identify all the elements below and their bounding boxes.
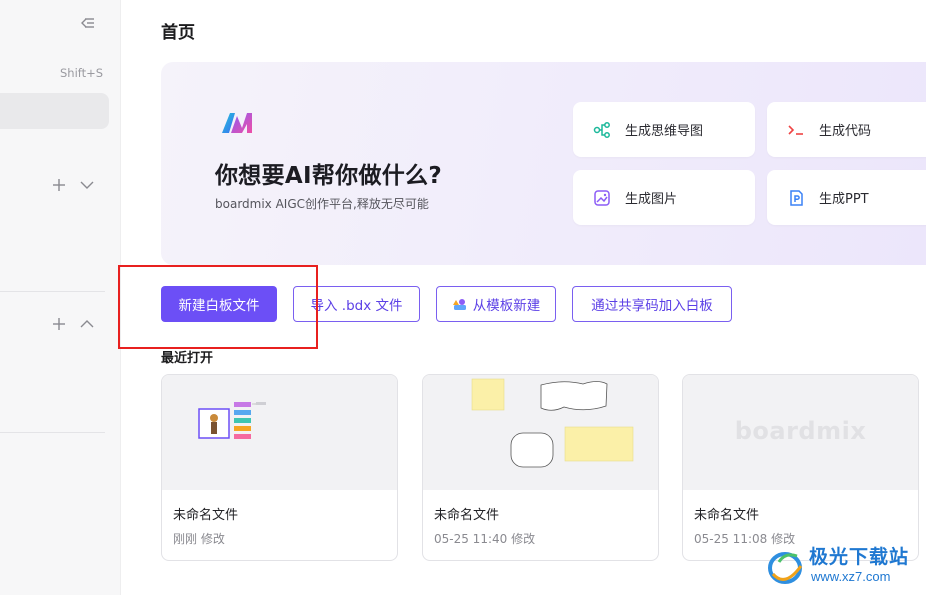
- action-label: 生成代码: [819, 124, 872, 139]
- file-modified-time: 刚刚 修改: [173, 532, 225, 546]
- image-icon: [594, 189, 610, 206]
- generate-code-button[interactable]: 生成代码: [767, 102, 926, 157]
- ppt-icon: [790, 189, 803, 206]
- recent-file-card[interactable]: 未命名文件 刚刚 修改: [161, 374, 398, 561]
- file-modified-time: 05-25 11:40 修改: [434, 532, 536, 546]
- search-shortcut-hint: Shift+S: [60, 66, 104, 80]
- import-bdx-button[interactable]: 导入 .bdx 文件: [293, 286, 420, 322]
- mindmap-thumbnail-graphic: [198, 402, 266, 439]
- boardmix-placeholder-text: boardmix: [734, 417, 867, 445]
- watermark-url: www.xz7.com: [811, 569, 891, 584]
- watermark-logo-icon: [768, 552, 803, 584]
- boardmix-ai-logo-icon: [222, 113, 252, 133]
- sidebar-divider: [0, 291, 105, 292]
- mindmap-icon: [593, 121, 610, 138]
- template-icon: [452, 299, 466, 310]
- action-label: 生成图片: [625, 192, 678, 207]
- chevron-down-icon[interactable]: [78, 176, 96, 194]
- sidebar-item-home[interactable]: [0, 93, 109, 129]
- add-icon[interactable]: [50, 315, 68, 333]
- action-label: 生成思维导图: [625, 124, 704, 139]
- join-by-share-code-button[interactable]: 通过共享码加入白板: [572, 286, 732, 322]
- collapse-sidebar-icon[interactable]: [79, 14, 97, 32]
- chevron-up-icon[interactable]: [78, 315, 96, 333]
- watermark-title: 极光下载站: [809, 546, 910, 568]
- file-name: 未命名文件: [434, 508, 500, 523]
- code-icon: [788, 124, 803, 135]
- add-icon[interactable]: [50, 176, 68, 194]
- page-title: 首页: [161, 23, 195, 43]
- generate-image-button[interactable]: 生成图片: [573, 170, 755, 225]
- file-name: 未命名文件: [694, 508, 760, 523]
- file-thumbnail: boardmix: [683, 375, 918, 490]
- generate-mindmap-button[interactable]: 生成思维导图: [573, 102, 755, 157]
- new-whiteboard-button[interactable]: 新建白板文件: [161, 286, 277, 322]
- template-button-label: 从模板新建: [472, 298, 541, 314]
- site-watermark: 极光下载站 www.xz7.com: [765, 540, 925, 590]
- generate-ppt-button[interactable]: 生成PPT: [767, 170, 926, 225]
- whiteboard-thumbnail-graphic: [471, 378, 634, 468]
- hero-title: 你想要AI帮你做什么?: [215, 163, 442, 189]
- action-label: 生成PPT: [819, 192, 869, 207]
- recent-file-card[interactable]: boardmix 未命名文件 05-25 11:08 修改: [682, 374, 919, 561]
- sidebar-divider: [0, 432, 105, 433]
- file-thumbnail: [423, 375, 658, 490]
- file-thumbnail: [162, 375, 397, 490]
- hero-subtitle: boardmix AIGC创作平台,释放无尽可能: [215, 197, 429, 211]
- sidebar: Shift+S: [0, 0, 121, 595]
- app-window: Shift+S 首页 你想要AI帮你做什么? boardmix AIGC创作平台…: [0, 0, 926, 595]
- recent-file-card[interactable]: 未命名文件 05-25 11:40 修改: [422, 374, 659, 561]
- ai-hero-panel: 你想要AI帮你做什么? boardmix AIGC创作平台,释放无尽可能 生成思…: [161, 62, 926, 265]
- file-name: 未命名文件: [173, 508, 239, 523]
- recent-section-title: 最近打开: [161, 351, 214, 366]
- new-from-template-button[interactable]: 从模板新建: [436, 286, 556, 322]
